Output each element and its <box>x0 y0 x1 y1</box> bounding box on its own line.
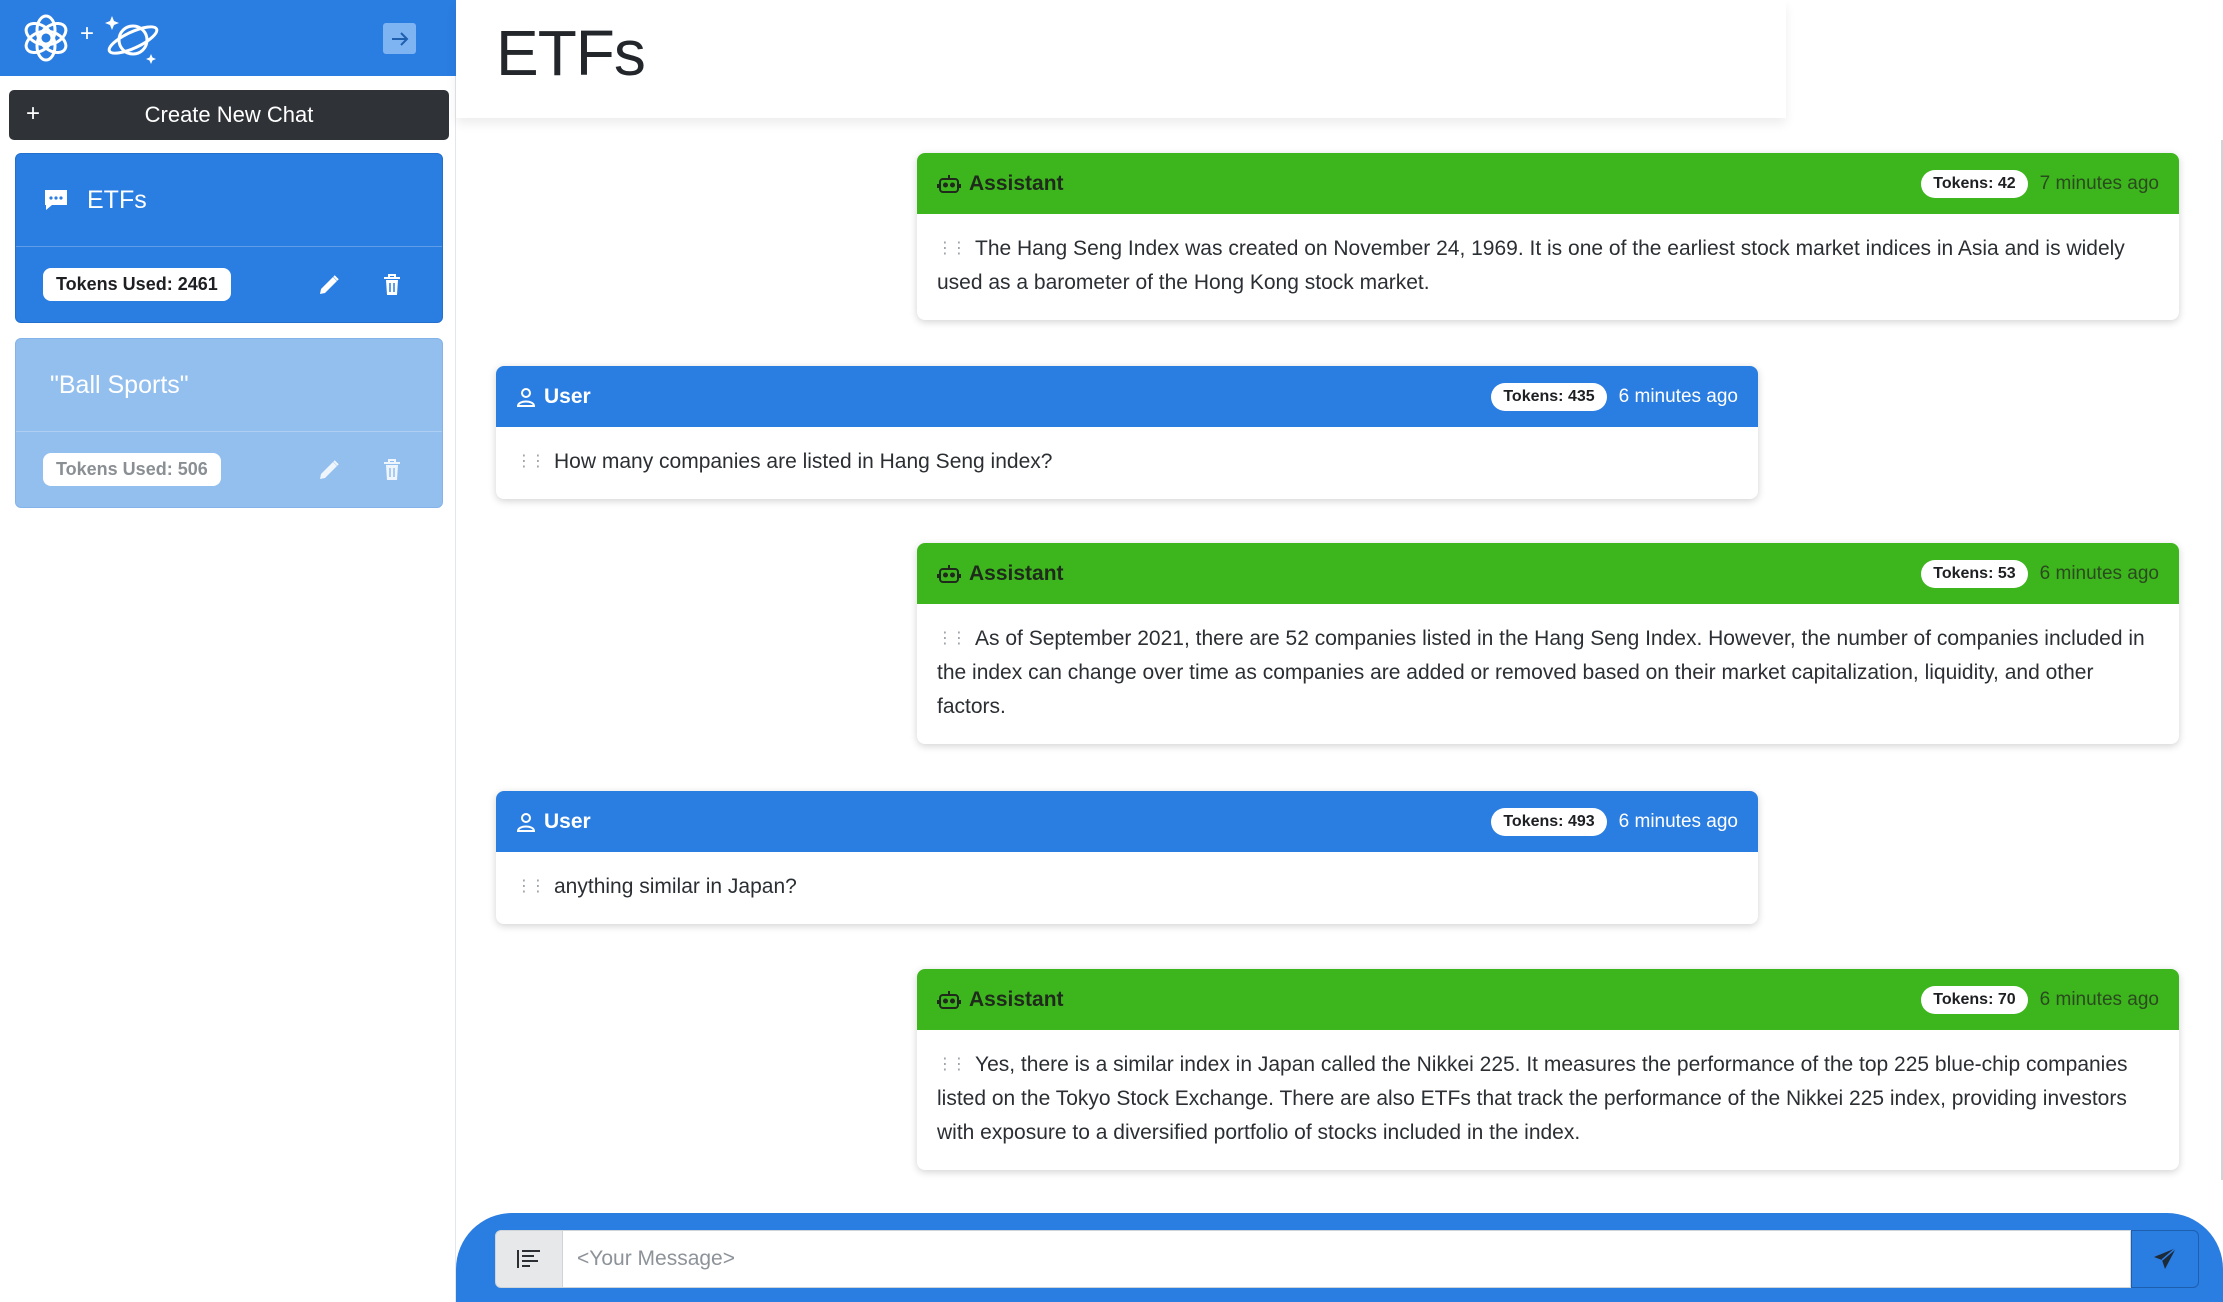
message-body: ⋮⋮ The Hang Seng Index was created on Nov… <box>917 214 2179 320</box>
delete-chat-button[interactable] <box>375 453 409 487</box>
logo-plus: + <box>80 20 95 47</box>
message-role: User <box>544 809 591 833</box>
sidebar-header: + <box>0 0 456 76</box>
collapse-sidebar-button[interactable] <box>383 23 416 54</box>
message-timestamp: 6 minutes ago <box>1618 385 1738 407</box>
chat-item-title: "Ball Sports" <box>50 370 189 399</box>
assistant-message: Assistant Tokens: 53 6 minutes ago ⋮⋮ As … <box>917 543 2179 744</box>
message-role: Assistant <box>969 987 1064 1011</box>
chat-main: ETFs Assistant Tokens: 42 7 minutes ago … <box>456 0 2223 1302</box>
person-icon <box>516 812 536 832</box>
create-new-chat-button[interactable]: + Create New Chat <box>9 90 449 140</box>
grip-icon[interactable]: ⋮⋮ <box>516 870 546 904</box>
tokens-used-badge: Tokens Used: 2461 <box>43 268 231 301</box>
plus-icon: + <box>26 100 41 127</box>
pencil-icon <box>320 460 339 479</box>
assistant-message: Assistant Tokens: 70 6 minutes ago ⋮⋮ Yes… <box>917 969 2179 1170</box>
message-role: Assistant <box>969 171 1064 195</box>
grip-icon[interactable]: ⋮⋮ <box>937 1048 967 1082</box>
message-tokens-badge: Tokens: 53 <box>1921 559 2028 588</box>
message-header: Assistant Tokens: 42 7 minutes ago <box>917 153 2179 214</box>
pencil-icon <box>320 275 339 294</box>
person-icon <box>516 387 536 407</box>
send-icon <box>2154 1247 2177 1269</box>
message-role: User <box>544 384 591 408</box>
message-role: Assistant <box>969 561 1064 585</box>
message-text: anything similar in Japan? <box>554 875 797 898</box>
trash-icon <box>384 274 400 295</box>
grip-icon[interactable]: ⋮⋮ <box>937 622 967 656</box>
chat-bubble-icon <box>43 188 69 212</box>
user-message: User Tokens: 435 6 minutes ago ⋮⋮ How man… <box>496 366 1758 499</box>
title-bar: ETFs <box>456 0 1786 118</box>
chat-item-divider <box>16 431 442 432</box>
grip-icon[interactable]: ⋮⋮ <box>516 445 546 479</box>
tokens-used-badge: Tokens Used: 506 <box>43 453 221 486</box>
message-tokens-badge: Tokens: 42 <box>1921 169 2028 198</box>
message-header: User Tokens: 435 6 minutes ago <box>496 366 1758 427</box>
edit-chat-button[interactable] <box>312 453 346 487</box>
robot-icon <box>937 173 961 195</box>
chat-item-etfs[interactable]: ETFs Tokens Used: 2461 <box>15 153 443 323</box>
chat-item-ball-sports[interactable]: "Ball Sports" Tokens Used: 506 <box>15 338 443 508</box>
message-body: ⋮⋮ Yes, there is a similar index in Japan… <box>917 1030 2179 1170</box>
message-tokens-badge: Tokens: 435 <box>1491 382 1607 411</box>
openai-logo-icon <box>20 12 72 64</box>
message-tokens-badge: Tokens: 70 <box>1921 985 2028 1014</box>
message-text: How many companies are listed in Hang Se… <box>554 450 1053 473</box>
user-message: User Tokens: 493 6 minutes ago ⋮⋮ anythin… <box>496 791 1758 924</box>
delete-chat-button[interactable] <box>375 268 409 302</box>
message-header: User Tokens: 493 6 minutes ago <box>496 791 1758 852</box>
text-format-icon <box>517 1250 540 1268</box>
message-header: Assistant Tokens: 53 6 minutes ago <box>917 543 2179 604</box>
message-timestamp: 7 minutes ago <box>2039 172 2159 194</box>
message-timestamp: 6 minutes ago <box>2039 988 2159 1010</box>
robot-icon <box>937 563 961 585</box>
edit-chat-button[interactable] <box>312 268 346 302</box>
message-timestamp: 6 minutes ago <box>1618 810 1738 832</box>
send-button[interactable] <box>2131 1230 2199 1288</box>
assistant-message: Assistant Tokens: 42 7 minutes ago ⋮⋮ The… <box>917 153 2179 320</box>
message-body: ⋮⋮ anything similar in Japan? <box>496 852 1758 924</box>
message-composer <box>456 1213 2223 1302</box>
planet-logo-icon <box>104 10 162 66</box>
message-text: Yes, there is a similar index in Japan c… <box>937 1053 2128 1144</box>
message-timestamp: 6 minutes ago <box>2039 562 2159 584</box>
chat-item-divider <box>16 246 442 247</box>
app: + + Create New Chat ETFs Tokens Used: 24… <box>0 0 2223 1302</box>
robot-icon <box>937 989 961 1011</box>
message-text: As of September 2021, there are 52 compa… <box>937 627 2145 718</box>
message-header: Assistant Tokens: 70 6 minutes ago <box>917 969 2179 1030</box>
message-text: The Hang Seng Index was created on Novem… <box>937 237 2125 294</box>
sidebar: + + Create New Chat ETFs Tokens Used: 24… <box>0 0 456 1302</box>
format-button[interactable] <box>495 1230 563 1288</box>
create-new-chat-label: Create New Chat <box>144 102 314 127</box>
arrow-right-icon <box>391 31 408 46</box>
chat-item-title: ETFs <box>87 185 147 214</box>
message-body: ⋮⋮ As of September 2021, there are 52 com… <box>917 604 2179 744</box>
trash-icon <box>384 459 400 480</box>
message-body: ⋮⋮ How many companies are listed in Hang … <box>496 427 1758 499</box>
page-title: ETFs <box>496 17 646 89</box>
message-input[interactable] <box>563 1230 2131 1288</box>
grip-icon[interactable]: ⋮⋮ <box>937 232 967 266</box>
message-tokens-badge: Tokens: 493 <box>1491 807 1607 836</box>
